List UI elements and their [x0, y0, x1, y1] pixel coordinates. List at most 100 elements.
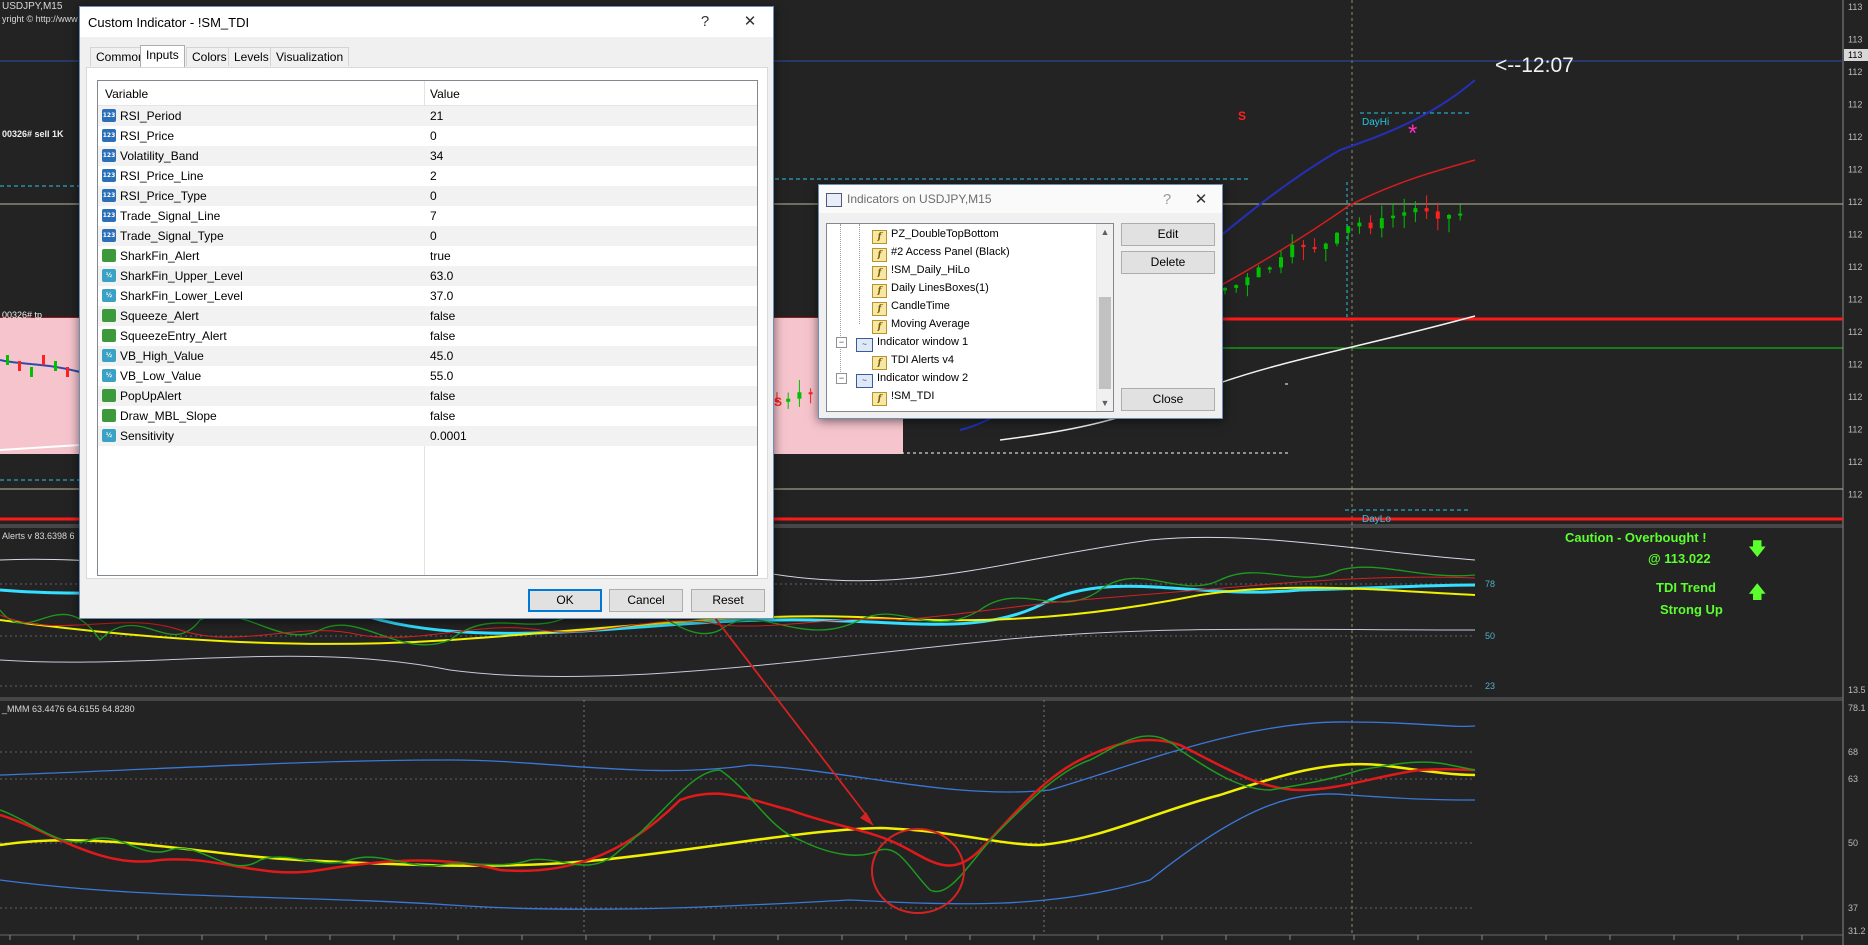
param-row[interactable]: SqueezeEntry_Alert false — [98, 326, 757, 346]
tree-node-window[interactable]: ~ Indicator window 2 — [856, 370, 968, 388]
delete-button[interactable]: Delete — [1121, 251, 1215, 274]
param-row[interactable]: 123 Volatility_Band 34 — [98, 146, 757, 166]
price-axis-label: 112 — [1848, 360, 1862, 370]
edit-button[interactable]: Edit — [1121, 223, 1215, 246]
tree-node-indicator[interactable]: f !SM_Daily_HiLo — [872, 262, 970, 280]
param-row[interactable]: Draw_MBL_Slope false — [98, 406, 757, 426]
daily-low-label: DayLo — [1362, 514, 1391, 525]
param-value[interactable]: 0 — [430, 129, 437, 143]
cancel-button[interactable]: Cancel — [609, 589, 683, 612]
tree-node-indicator[interactable]: f Moving Average — [872, 316, 970, 334]
candle-body — [1335, 232, 1339, 244]
collapse-icon[interactable]: − — [836, 337, 847, 348]
tree-node-label: Daily LinesBoxes(1) — [891, 282, 989, 294]
tab-colors[interactable]: Colors — [186, 47, 233, 66]
price-axis-label: 112 — [1848, 295, 1862, 305]
param-value[interactable]: 63.0 — [430, 269, 453, 283]
param-row[interactable]: PopUpAlert false — [98, 386, 757, 406]
help-icon[interactable]: ? — [687, 10, 723, 34]
tree-scrollbar[interactable]: ▲ ▼ — [1096, 224, 1113, 411]
price-axis-label: 112 — [1848, 132, 1862, 142]
tab-visualization[interactable]: Visualization — [270, 47, 350, 66]
price-axis-label: 112 — [1848, 457, 1862, 467]
indicators-tree[interactable]: f PZ_DoubleTopBottom f #2 Access Panel (Bla… — [826, 223, 1114, 412]
value-column-header[interactable]: Value — [430, 87, 460, 101]
param-row[interactable]: 123 Trade_Signal_Line 7 — [98, 206, 757, 226]
scroll-up-icon[interactable]: ▲ — [1100, 226, 1110, 238]
reset-button[interactable]: Reset — [691, 589, 765, 612]
param-value[interactable]: false — [430, 309, 455, 323]
tree-node-label: !SM_TDI — [891, 390, 935, 402]
dialog-titlebar[interactable]: Custom Indicator - !SM_TDI ? ✕ — [80, 7, 773, 37]
param-row[interactable]: 123 RSI_Price_Line 2 — [98, 166, 757, 186]
axis-label: 78.1 — [1848, 703, 1866, 713]
candle-body — [1312, 247, 1317, 250]
tab-levels[interactable]: Levels — [228, 47, 275, 66]
tree-node-indicator[interactable]: f CandleTime — [872, 298, 950, 316]
param-row[interactable]: SharkFin_Alert true — [98, 246, 757, 266]
price-axis-label: 112 — [1848, 392, 1862, 402]
caution-line-1: Caution - Overbought ! — [1565, 530, 1707, 545]
tree-node-indicator[interactable]: f #2 Access Panel (Black) — [872, 244, 1010, 262]
close-icon[interactable]: ✕ — [732, 10, 768, 34]
indicator-function-icon: f — [872, 284, 887, 298]
param-value[interactable]: false — [430, 329, 455, 343]
param-row[interactable]: ½ SharkFin_Lower_Level 37.0 — [98, 286, 757, 306]
param-name: Squeeze_Alert — [120, 309, 199, 323]
param-row[interactable]: 123 Trade_Signal_Type 0 — [98, 226, 757, 246]
param-value[interactable]: 37.0 — [430, 289, 453, 303]
param-row[interactable]: 123 RSI_Price_Type 0 — [98, 186, 757, 206]
inputs-tab-page: Variable Value 123 RSI_Period 21 123 RSI_Pri… — [86, 67, 768, 579]
param-row[interactable]: Squeeze_Alert false — [98, 306, 757, 326]
param-row[interactable]: ½ Sensitivity 0.0001 — [98, 426, 757, 446]
scroll-down-icon[interactable]: ▼ — [1100, 397, 1110, 409]
variable-column-header[interactable]: Variable — [105, 87, 148, 101]
param-value[interactable]: 0 — [430, 229, 437, 243]
indicator-function-icon: f — [872, 392, 887, 406]
trend-line-2: Strong Up — [1660, 602, 1723, 617]
level-label: 78 — [1485, 579, 1495, 589]
tree-node-window[interactable]: ~ Indicator window 1 — [856, 334, 968, 352]
tab-inputs[interactable]: Inputs — [140, 45, 185, 67]
param-value[interactable]: 2 — [430, 169, 437, 183]
tree-node-indicator[interactable]: f Daily LinesBoxes(1) — [872, 280, 989, 298]
param-value[interactable]: 34 — [430, 149, 443, 163]
tree-node-indicator[interactable]: f TDI Alerts v4 — [872, 352, 954, 370]
tree-node-indicator[interactable]: f PZ_DoubleTopBottom — [872, 226, 999, 244]
ok-button[interactable]: OK — [528, 589, 602, 612]
candle-body — [18, 361, 21, 371]
close-icon[interactable]: ✕ — [1183, 188, 1219, 212]
param-value[interactable]: 0 — [430, 189, 437, 203]
dialog-titlebar[interactable]: Indicators on USDJPY,M15 ? ✕ — [819, 185, 1222, 213]
param-value[interactable]: 45.0 — [430, 349, 453, 363]
param-value[interactable]: true — [430, 249, 451, 263]
param-row[interactable]: 123 RSI_Price 0 — [98, 126, 757, 146]
param-value[interactable]: 21 — [430, 109, 443, 123]
integer-type-icon: 123 — [102, 129, 116, 142]
axis-label: 50 — [1848, 838, 1858, 848]
param-row[interactable]: ½ SharkFin_Upper_Level 63.0 — [98, 266, 757, 286]
param-value[interactable]: 55.0 — [430, 369, 453, 383]
integer-type-icon: 123 — [102, 169, 116, 182]
tree-node-indicator[interactable]: f !SM_TDI — [872, 388, 935, 406]
candle-body — [1301, 244, 1306, 248]
candle-timer: <--12:07 — [1495, 54, 1574, 77]
price-axis-label: 112 — [1848, 197, 1862, 207]
help-icon[interactable]: ? — [1149, 188, 1185, 212]
close-button[interactable]: Close — [1121, 388, 1215, 411]
indicators-list-dialog: Indicators on USDJPY,M15 ? ✕ f PZ_DoubleT… — [818, 184, 1223, 419]
grid-header: Variable Value — [98, 81, 757, 106]
param-row[interactable]: ½ VB_Low_Value 55.0 — [98, 366, 757, 386]
price-axis-label: 112 — [1848, 327, 1862, 337]
signal-s-marker: S — [774, 395, 782, 409]
param-name: Draw_MBL_Slope — [120, 409, 217, 423]
scroll-thumb[interactable] — [1099, 297, 1111, 389]
collapse-icon[interactable]: − — [836, 373, 847, 384]
param-row[interactable]: ½ VB_High_Value 45.0 — [98, 346, 757, 366]
parameters-grid[interactable]: Variable Value 123 RSI_Period 21 123 RSI_Pri… — [97, 80, 758, 576]
param-value[interactable]: 7 — [430, 209, 437, 223]
param-value[interactable]: false — [430, 389, 455, 403]
param-value[interactable]: 0.0001 — [430, 429, 467, 443]
param-value[interactable]: false — [430, 409, 455, 423]
param-row[interactable]: 123 RSI_Period 21 — [98, 106, 757, 126]
